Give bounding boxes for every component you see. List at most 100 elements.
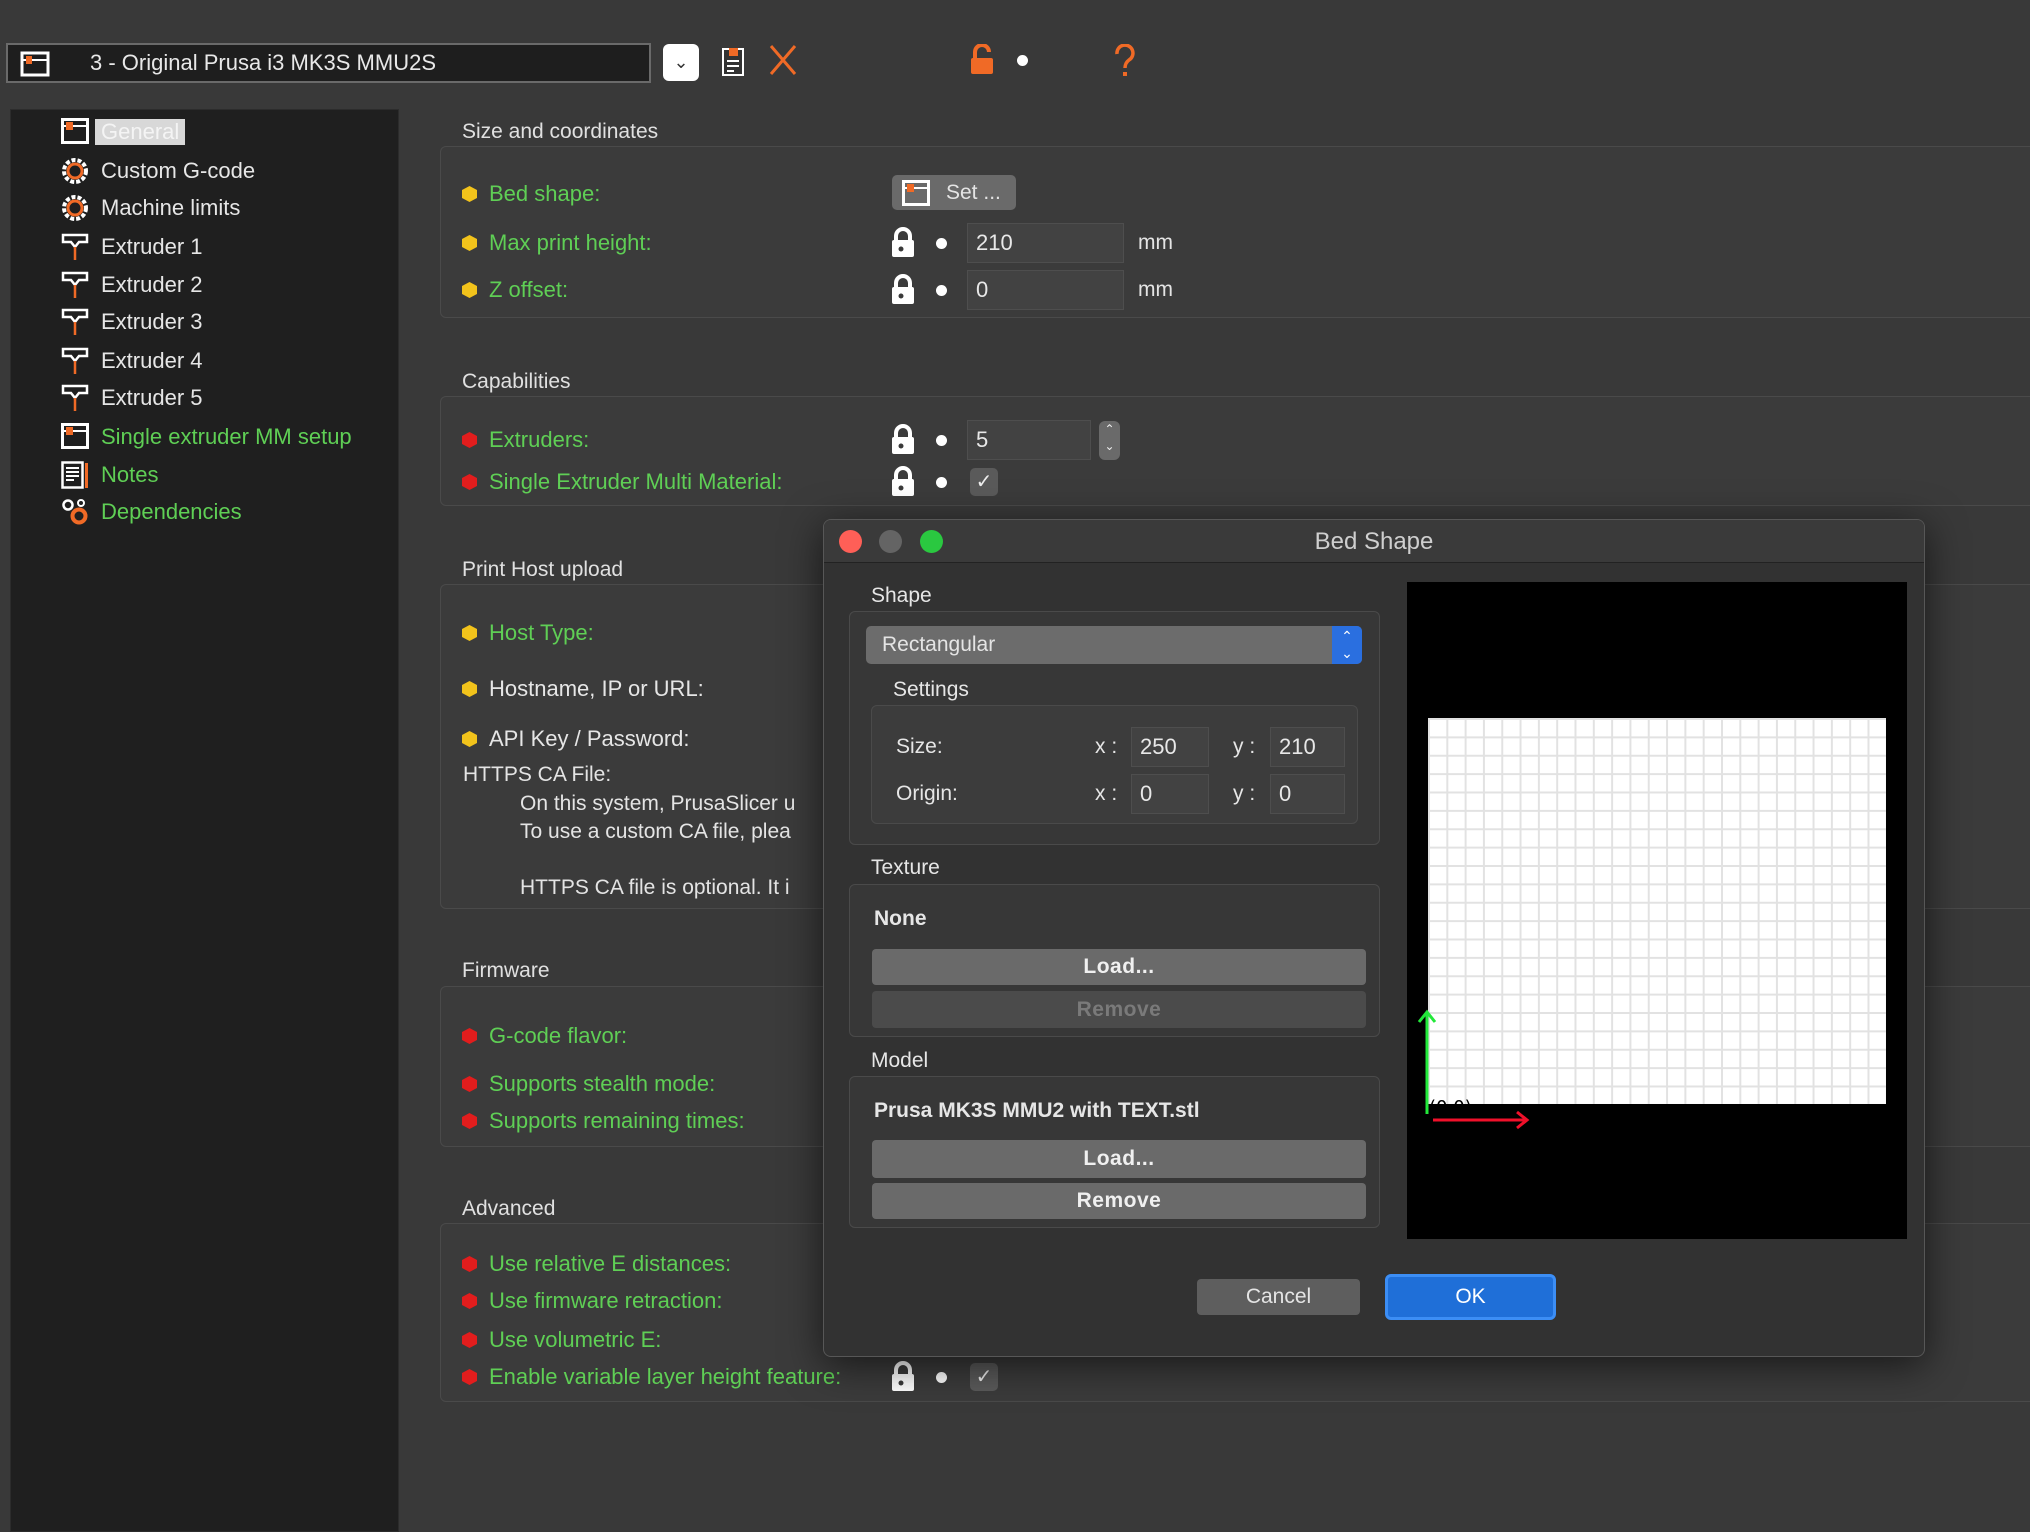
- sidebar-item[interactable]: Single extruder MM setup: [61, 420, 358, 454]
- ok-button[interactable]: OK: [1385, 1274, 1556, 1320]
- https-ca-file-label: HTTPS CA File:: [463, 763, 612, 786]
- lock-icon[interactable]: [890, 1361, 916, 1393]
- firmware-retraction-label: Use firmware retraction:: [489, 1288, 723, 1313]
- sidebar-item[interactable]: Extruder 1: [61, 230, 209, 264]
- maximize-button[interactable]: [920, 530, 943, 553]
- yellow-bullet-icon: [462, 681, 477, 697]
- sidebar-item[interactable]: General: [61, 115, 186, 149]
- texture-remove-button[interactable]: Remove: [872, 991, 1366, 1028]
- section-title-advanced: Advanced: [462, 1197, 556, 1220]
- lock-icon[interactable]: [890, 227, 916, 259]
- lock-open-icon[interactable]: [968, 44, 996, 76]
- stealth-mode: Supports stealth mode:: [462, 1069, 715, 1099]
- sidebar-item-label: Machine limits: [101, 195, 241, 220]
- ca-info-line: To use a custom CA file, plea: [520, 820, 791, 843]
- remaining-times-label: Supports remaining times:: [489, 1108, 745, 1133]
- section-title-firmware: Firmware: [462, 959, 550, 982]
- lock-icon[interactable]: [890, 274, 916, 306]
- yellow-bullet-icon: [462, 731, 477, 747]
- red-bullet-icon: [462, 432, 477, 448]
- lock-icon[interactable]: [890, 424, 916, 456]
- single-extruder-mm-checkbox[interactable]: ✓: [970, 468, 998, 496]
- max-print-height-input[interactable]: 210: [967, 223, 1124, 263]
- host-type: Host Type:: [462, 618, 594, 648]
- bed-shape-dialog: Bed Shape Shape Rectangular ⌃ ⌄ Settings …: [823, 519, 1925, 1357]
- sidebar-item[interactable]: Custom G-code: [61, 154, 261, 188]
- volumetric-e: Use volumetric E:: [462, 1325, 661, 1355]
- hostname: Hostname, IP or URL:: [462, 674, 704, 704]
- extruder-icon: [61, 271, 89, 299]
- single-extruder-mm-label: Single Extruder Multi Material:: [489, 469, 783, 494]
- printer-icon: [20, 51, 50, 77]
- max-print-height-label: Max print height:: [489, 230, 652, 255]
- model-remove-button[interactable]: Remove: [872, 1183, 1366, 1219]
- sidebar-item[interactable]: Extruder 3: [61, 305, 209, 339]
- api-key-label: API Key / Password:: [489, 726, 690, 751]
- volumetric-e-label: Use volumetric E:: [489, 1327, 662, 1352]
- red-bullet-icon: [462, 1076, 477, 1092]
- size-x-label: x :: [1095, 735, 1118, 758]
- sidebar-item-label: Notes: [101, 462, 159, 487]
- hostname-label: Hostname, IP or URL:: [489, 676, 704, 701]
- texture-label: Texture: [871, 856, 940, 879]
- dialog-title: Bed Shape: [824, 520, 1924, 563]
- extruders-label: Extruders:: [489, 427, 590, 452]
- gcode-flavor-label: G-code flavor:: [489, 1023, 628, 1048]
- sidebar-item[interactable]: Dependencies: [61, 495, 248, 529]
- question-icon[interactable]: [1112, 44, 1138, 78]
- origin-y-input[interactable]: 0: [1270, 774, 1345, 814]
- dot-icon[interactable]: [936, 238, 947, 249]
- chevron-down-icon[interactable]: ⌄: [663, 44, 699, 81]
- model-load-button[interactable]: Load...: [872, 1140, 1366, 1178]
- sidebar-item[interactable]: Extruder 4: [61, 344, 209, 378]
- relative-e-label: Use relative E distances:: [489, 1251, 732, 1276]
- extruder-icon: [61, 308, 89, 336]
- set-bed-shape-button[interactable]: Set ...: [892, 175, 1016, 210]
- sidebar: General Custom G-code Machine limits Extrud…: [10, 109, 399, 1532]
- dot-icon[interactable]: [936, 435, 947, 446]
- extruder-icon: [61, 384, 89, 412]
- z-offset-input[interactable]: 0: [967, 270, 1124, 310]
- printer-icon: [61, 118, 89, 146]
- extruders-input[interactable]: 5: [967, 420, 1091, 460]
- cancel-button[interactable]: Cancel: [1197, 1279, 1360, 1315]
- red-bullet-icon: [462, 474, 477, 490]
- remaining-times: Supports remaining times:: [462, 1106, 745, 1136]
- printer-icon: [61, 423, 89, 451]
- size-y-label: y :: [1233, 735, 1256, 758]
- sidebar-item[interactable]: Extruder 5: [61, 381, 209, 415]
- sidebar-item[interactable]: Extruder 2: [61, 268, 209, 302]
- ca-info-line: HTTPS CA file is optional. It i: [520, 876, 790, 899]
- lock-icon[interactable]: [890, 466, 916, 498]
- yellow-bullet-icon: [462, 625, 477, 641]
- size-label: Size:: [896, 735, 943, 758]
- axes-icon: [1417, 1009, 1530, 1130]
- sidebar-item[interactable]: Machine limits: [61, 191, 246, 225]
- shape-select[interactable]: Rectangular ⌃ ⌄: [866, 626, 1362, 664]
- variable-layer-height: Enable variable layer height feature:: [462, 1362, 841, 1392]
- sidebar-item-label: General: [95, 119, 186, 145]
- minimize-button[interactable]: [879, 530, 902, 553]
- dot-icon[interactable]: [936, 1372, 947, 1383]
- cog-icon: [61, 157, 89, 185]
- variable-layer-height-checkbox[interactable]: ✓: [970, 1363, 998, 1391]
- origin-x-input[interactable]: 0: [1131, 774, 1209, 814]
- section-title-capabilities: Capabilities: [462, 370, 571, 393]
- size-x-input[interactable]: 250: [1131, 727, 1209, 767]
- section-title-size: Size and coordinates: [462, 120, 659, 143]
- delete-x-icon[interactable]: [768, 44, 798, 76]
- extruder-icon: [61, 347, 89, 375]
- preset-selector[interactable]: 3 - Original Prusa i3 MK3S MMU2S: [6, 43, 651, 83]
- extruders-stepper[interactable]: ⌃ ⌄: [1099, 421, 1120, 460]
- save-icon[interactable]: [720, 46, 748, 78]
- firmware-retraction: Use firmware retraction:: [462, 1286, 723, 1316]
- dot-icon[interactable]: [936, 285, 947, 296]
- dot-icon[interactable]: [936, 477, 947, 488]
- sidebar-item[interactable]: Notes: [61, 458, 164, 492]
- close-button[interactable]: [839, 530, 862, 553]
- z-offset-label: Z offset:: [489, 277, 569, 302]
- texture-load-button[interactable]: Load...: [872, 949, 1366, 985]
- sidebar-item-label: Extruder 4: [101, 348, 203, 373]
- size-y-input[interactable]: 210: [1270, 727, 1345, 767]
- sidebar-item-label: Extruder 2: [101, 272, 203, 297]
